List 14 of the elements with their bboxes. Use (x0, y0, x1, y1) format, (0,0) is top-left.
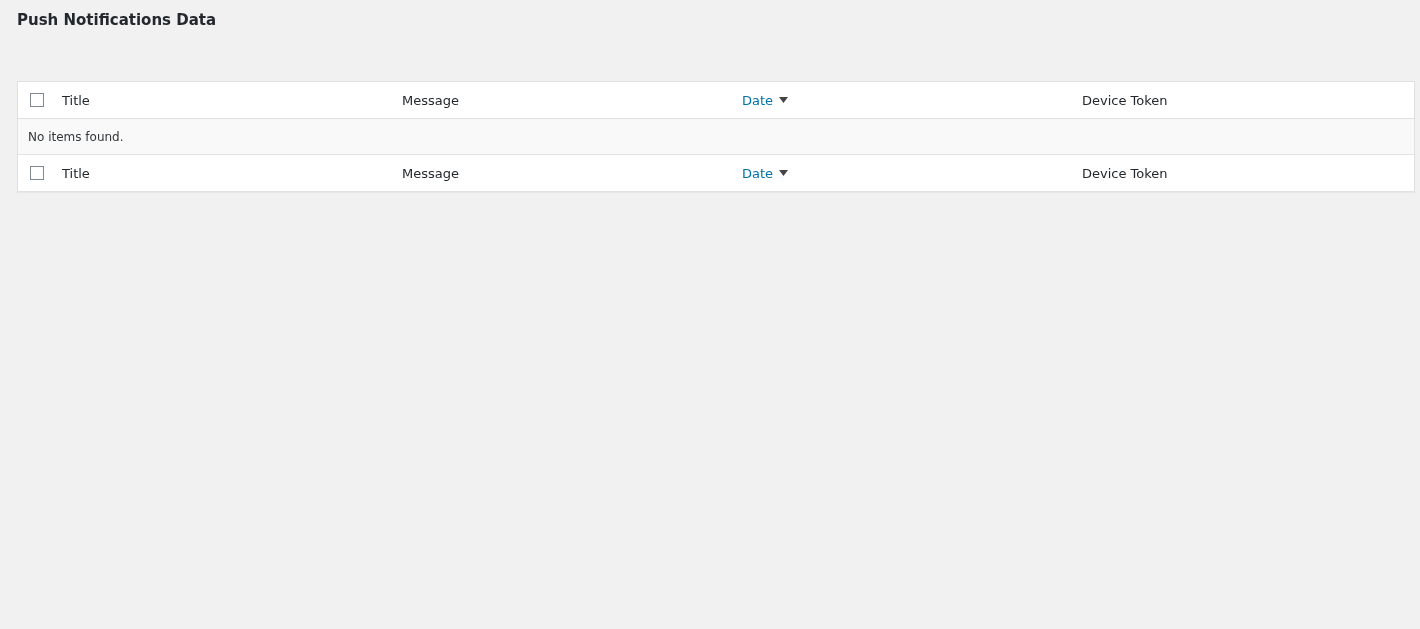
column-header: Title (61, 92, 90, 108)
column-header-link[interactable]: Date (734, 92, 789, 108)
column-header: Message (401, 165, 459, 181)
sort-caret-icon (779, 97, 789, 103)
page-title: Push Notifications Data (17, 10, 218, 31)
select-all-checkbox[interactable] (30, 93, 44, 107)
column-header: Device Token (1081, 165, 1168, 181)
column-header-link[interactable]: Date (734, 165, 789, 181)
column-header: Device Token (1081, 92, 1168, 108)
column-header: Title (61, 165, 90, 181)
empty-message: No items found. (28, 129, 124, 144)
select-all-checkbox[interactable] (30, 166, 44, 180)
sort-caret-icon (779, 170, 789, 176)
column-header: Message (401, 92, 459, 108)
